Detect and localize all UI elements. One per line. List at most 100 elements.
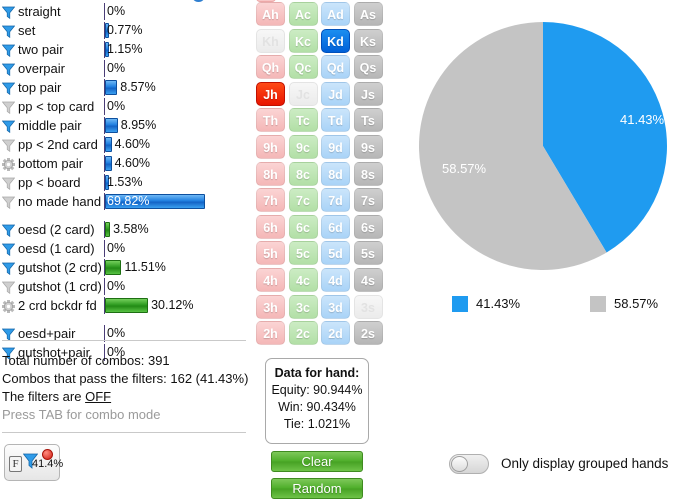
gear-icon[interactable] <box>1 299 16 314</box>
filter-funnel-active-icon[interactable] <box>1 62 16 77</box>
stat-bar-area: 3.58% <box>104 220 256 239</box>
card-Ks[interactable]: Ks <box>353 28 383 53</box>
filter-funnel-active-icon[interactable] <box>1 81 16 96</box>
card-6d[interactable]: 6d <box>321 214 350 239</box>
gear-icon[interactable] <box>1 157 16 172</box>
card-7s[interactable]: 7s <box>353 188 383 213</box>
grouped-hands-toggle-row[interactable]: Only display grouped hands <box>449 452 679 476</box>
stat-row-top-pair[interactable]: top pair 8.57% <box>0 78 258 97</box>
card-Th[interactable]: Th <box>256 108 285 133</box>
stat-row-gutshot-1-crd-[interactable]: gutshot (1 crd) 0% <box>0 277 258 296</box>
card-grid-row: Ah Ac Ad As <box>256 2 384 29</box>
stat-bar-area: 11.51% <box>104 258 256 277</box>
stat-row-gutshot-2-crd-[interactable]: gutshot (2 crd) 11.51% <box>0 258 258 277</box>
card-9c[interactable]: 9c <box>288 134 318 159</box>
filter-summary-badge[interactable]: F 41.4% <box>4 444 63 481</box>
card-8d[interactable]: 8d <box>321 161 350 186</box>
card-7c[interactable]: 7c <box>288 188 318 213</box>
card-3s[interactable]: 3s <box>353 294 383 319</box>
card-Kh[interactable]: Kh <box>256 28 285 53</box>
card-Jd[interactable]: Jd <box>321 81 350 106</box>
filter-funnel-inactive-icon[interactable] <box>1 176 16 191</box>
stat-value: 4.60% <box>114 137 151 151</box>
card-Qd[interactable]: Qd <box>321 55 350 80</box>
filter-funnel-active-icon[interactable] <box>1 261 16 276</box>
card-Kc[interactable]: Kc <box>288 28 318 53</box>
card-5h[interactable]: 5h <box>256 241 285 266</box>
card-2s[interactable]: 2s <box>353 321 383 346</box>
grouped-hands-toggle[interactable] <box>449 454 489 474</box>
card-Ah[interactable]: Ah <box>256 2 285 26</box>
card-Qs[interactable]: Qs <box>353 55 383 80</box>
card-Qc[interactable]: Qc <box>288 55 318 80</box>
filter-funnel-inactive-icon[interactable] <box>1 138 16 153</box>
filter-funnel-inactive-icon[interactable] <box>1 280 16 295</box>
card-Ad[interactable]: Ad <box>321 2 350 26</box>
stat-row-bottom-pair[interactable]: bottom pair 4.60% <box>0 154 258 173</box>
stat-row-middle-pair[interactable]: middle pair 8.95% <box>0 116 258 135</box>
filter-funnel-inactive-icon[interactable] <box>1 100 16 115</box>
card-8c[interactable]: 8c <box>288 161 318 186</box>
random-button[interactable]: Random <box>271 478 363 499</box>
stat-row-oesd-1-card-[interactable]: oesd (1 card) 0% <box>0 239 258 258</box>
filters-state-value[interactable]: OFF <box>85 389 111 404</box>
stat-row-2-crd-bckdr-fd[interactable]: 2 crd bckdr fd 30.12% <box>0 296 258 315</box>
card-5c[interactable]: 5c <box>288 241 318 266</box>
card-2d[interactable]: 2d <box>321 321 350 346</box>
stat-row-pp-top-card[interactable]: pp < top card 0% <box>0 97 258 116</box>
card-4d[interactable]: 4d <box>321 267 350 292</box>
card-Tc[interactable]: Tc <box>288 108 318 133</box>
card-selection-grid[interactable]: Ah Ac Ad As Kh Kc Kd Ks Qh Qc Qd Qs Jh Jc Jd Js Th Tc Td Ts… <box>256 2 384 348</box>
card-6s[interactable]: 6s <box>353 214 383 239</box>
card-Td[interactable]: Td <box>321 108 350 133</box>
card-2h[interactable]: 2h <box>256 321 285 346</box>
card-6h[interactable]: 6h <box>256 214 285 239</box>
card-Qh[interactable]: Qh <box>256 55 285 80</box>
stat-row-straight[interactable]: straight 0% <box>0 2 258 21</box>
filter-funnel-active-icon[interactable] <box>1 43 16 58</box>
stat-row-oesd-2-card-[interactable]: oesd (2 card) 3.58% <box>0 220 258 239</box>
card-4h[interactable]: 4h <box>256 267 285 292</box>
filter-funnel-active-icon[interactable] <box>1 327 16 342</box>
filter-funnel-active-icon[interactable] <box>1 119 16 134</box>
stat-row-pp-board[interactable]: pp < board 1.53% <box>0 173 258 192</box>
card-Jc[interactable]: Jc <box>288 81 318 106</box>
card-7d[interactable]: 7d <box>321 188 350 213</box>
clear-button[interactable]: Clear <box>271 451 363 472</box>
bar-baseline <box>104 278 105 295</box>
card-3h[interactable]: 3h <box>256 294 285 319</box>
card-9s[interactable]: 9s <box>353 134 383 159</box>
card-Jh[interactable]: Jh <box>256 81 285 106</box>
card-7h[interactable]: 7h <box>256 188 285 213</box>
stat-row-no-made-hand[interactable]: no made hand 69.82% <box>0 192 258 211</box>
card-9h[interactable]: 9h <box>256 134 285 159</box>
stat-label: pp < 2nd card <box>18 137 98 152</box>
card-2c[interactable]: 2c <box>288 321 318 346</box>
card-3d[interactable]: 3d <box>321 294 350 319</box>
card-4c[interactable]: 4c <box>288 267 318 292</box>
card-6c[interactable]: 6c <box>288 214 318 239</box>
filter-funnel-active-icon[interactable] <box>1 242 16 257</box>
stat-row-overpair[interactable]: overpair 0% <box>0 59 258 78</box>
stat-row-set[interactable]: set 0.77% <box>0 21 258 40</box>
card-Ts[interactable]: Ts <box>353 108 383 133</box>
filter-funnel-active-icon[interactable] <box>1 223 16 238</box>
stat-row-pp-2nd-card[interactable]: pp < 2nd card 4.60% <box>0 135 258 154</box>
card-Ac[interactable]: Ac <box>288 2 318 26</box>
card-5d[interactable]: 5d <box>321 241 350 266</box>
group-gap-draw-combo <box>0 315 258 324</box>
card-3c[interactable]: 3c <box>288 294 318 319</box>
card-Kd[interactable]: Kd <box>321 28 350 53</box>
filter-funnel-active-icon[interactable] <box>1 24 16 39</box>
card-4s[interactable]: 4s <box>353 267 383 292</box>
card-Js[interactable]: Js <box>353 81 383 106</box>
card-As[interactable]: As <box>353 2 383 26</box>
filters-state-prefix: The filters are <box>2 389 86 404</box>
card-5s[interactable]: 5s <box>353 241 383 266</box>
card-8h[interactable]: 8h <box>256 161 285 186</box>
card-8s[interactable]: 8s <box>353 161 383 186</box>
filter-funnel-active-icon[interactable] <box>1 5 16 20</box>
stat-row-two-pair[interactable]: two pair 1.15% <box>0 40 258 59</box>
filter-funnel-inactive-icon[interactable] <box>1 195 16 210</box>
card-9d[interactable]: 9d <box>321 134 350 159</box>
